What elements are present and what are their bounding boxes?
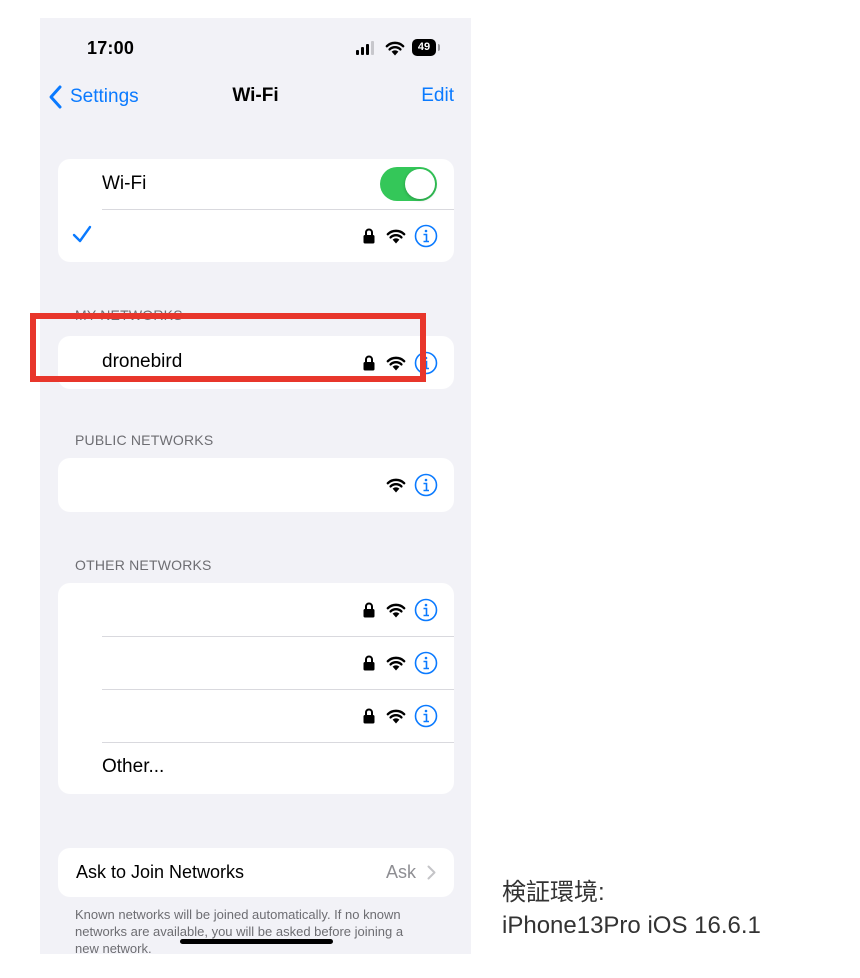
ask-to-join-label: Ask to Join Networks (76, 862, 245, 882)
network-status-icons (363, 223, 438, 249)
checkmark-icon (72, 225, 92, 243)
other-network-row[interactable] (58, 636, 454, 689)
lock-icon (363, 655, 375, 671)
network-status-icons (363, 597, 438, 623)
lock-icon (363, 355, 375, 371)
caption-line-1: 検証環境: (502, 879, 605, 906)
network-name: dronebird (102, 351, 183, 372)
public-networks-header: PUBLIC NETWORKS (75, 432, 214, 448)
lock-icon (363, 228, 375, 244)
other-network-row[interactable] (58, 583, 454, 636)
lock-icon (363, 602, 375, 618)
row-divider (102, 742, 454, 743)
ask-to-join-footer: Known networks will be joined automatica… (75, 907, 404, 954)
my-networks-card: dronebird (58, 336, 454, 389)
network-status-icons (363, 350, 438, 376)
lock-icon (363, 708, 375, 724)
info-icon[interactable] (414, 473, 438, 497)
row-divider (102, 636, 454, 637)
status-bar: 17:00 49 (40, 18, 471, 78)
ask-to-join-value: Ask (385, 862, 416, 882)
page-title: Wi-Fi (232, 85, 279, 106)
info-icon[interactable] (414, 598, 438, 622)
other-networks-header: OTHER NETWORKS (75, 557, 212, 573)
status-wifi-icon (385, 41, 405, 56)
wifi-toggle-label: Wi-Fi (102, 173, 147, 194)
my-networks-header: MY NETWORKS (75, 307, 183, 323)
caption: 検証環境: iPhone13Pro iOS 16.6.1 (502, 876, 761, 942)
wifi-icon (386, 478, 406, 493)
wifi-toggle[interactable] (380, 167, 437, 201)
wifi-toggle-row: Wi-Fi (58, 159, 454, 209)
other-network-row[interactable] (58, 689, 454, 742)
public-network-row[interactable] (58, 458, 454, 511)
network-status-icons (363, 703, 438, 729)
status-time: 17:00 (87, 38, 135, 58)
info-icon[interactable] (414, 351, 438, 375)
edit-button[interactable]: Edit (421, 85, 454, 107)
other-networks-card: Other... (58, 583, 454, 794)
other-network-join-row[interactable]: Other... (58, 742, 454, 794)
info-icon[interactable] (414, 704, 438, 728)
home-indicator (180, 939, 333, 944)
row-divider (102, 209, 454, 210)
my-network-row[interactable]: dronebird (58, 336, 454, 389)
chevron-right-icon (427, 865, 436, 880)
public-networks-card (58, 458, 454, 512)
wifi-icon (386, 656, 406, 671)
info-icon[interactable] (414, 224, 438, 248)
network-status-icons (363, 650, 438, 676)
phone-screen: 17:00 49 Settings Wi-Fi Edit Wi-Fi MY NE… (40, 18, 471, 954)
caption-line-2: iPhone13Pro iOS 16.6.1 (502, 912, 761, 939)
wifi-icon (386, 603, 406, 618)
connected-network-row[interactable] (58, 209, 454, 262)
other-label: Other... (102, 756, 165, 777)
row-divider (102, 689, 454, 690)
network-status-icons (386, 472, 438, 498)
cellular-signal-icon (356, 41, 376, 55)
wifi-icon (386, 356, 406, 371)
wifi-icon (386, 709, 406, 724)
info-icon[interactable] (414, 651, 438, 675)
wifi-icon (386, 229, 406, 244)
wifi-card: Wi-Fi (58, 159, 454, 262)
battery-icon: 49 (412, 39, 440, 56)
ask-to-join-row[interactable]: Ask to Join Networks Ask (58, 848, 454, 897)
